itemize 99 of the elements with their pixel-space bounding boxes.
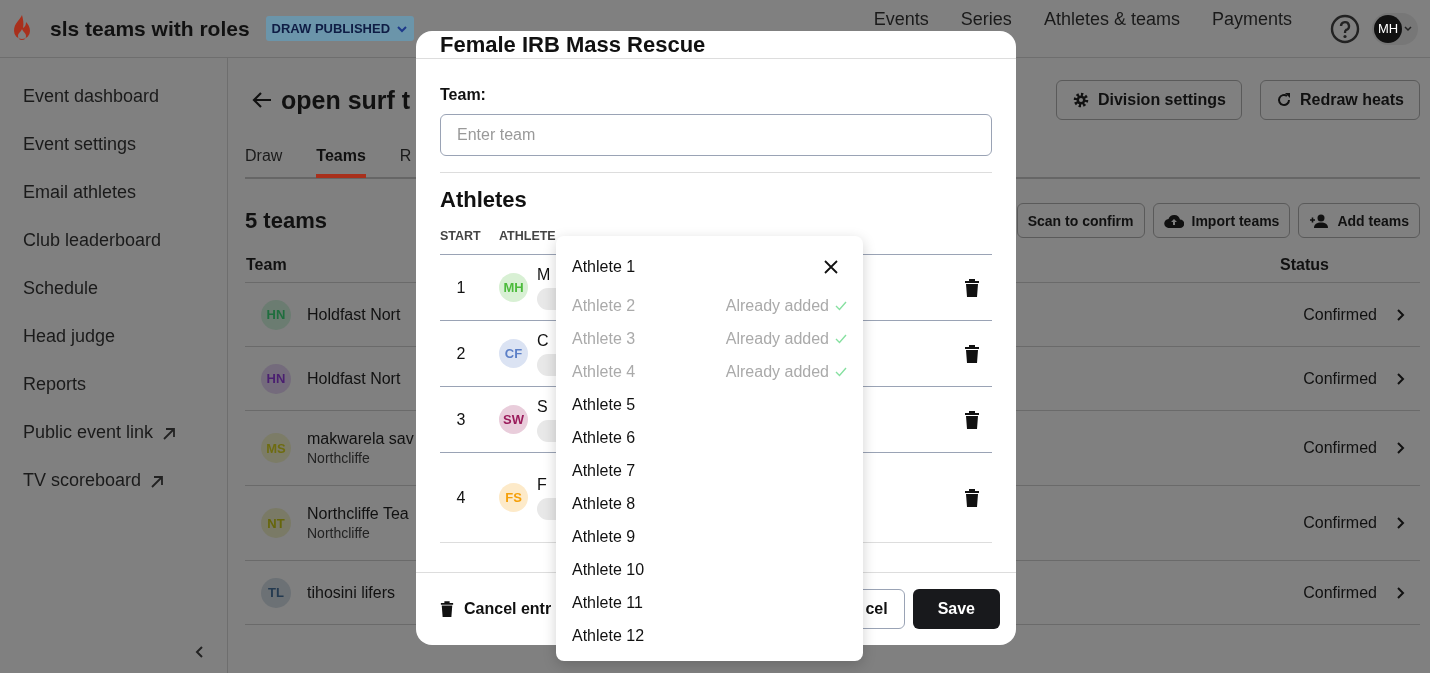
cloud-upload-icon — [1163, 213, 1184, 228]
start-number: 2 — [455, 344, 467, 363]
team-avatar: HN — [261, 299, 291, 330]
add-person-icon — [1309, 213, 1330, 228]
page-title: open surf t — [281, 85, 411, 115]
chevron-right-icon[interactable] — [1395, 441, 1405, 455]
start-number: 3 — [455, 410, 467, 429]
check-icon — [835, 333, 847, 344]
action-button[interactable]: Redraw heats — [1259, 80, 1420, 120]
sidebar-item[interactable]: Email athletes — [23, 182, 227, 230]
trash-icon[interactable] — [964, 409, 980, 430]
help-icon[interactable] — [1330, 13, 1360, 44]
chevron-right-icon[interactable] — [1395, 307, 1405, 322]
tab[interactable]: Teams — [316, 139, 366, 178]
start-number: 1 — [455, 278, 467, 297]
sidebar-item[interactable]: Public event link — [23, 422, 227, 470]
athlete-avatar: CF — [499, 339, 528, 368]
section-heading: Athletes — [440, 187, 528, 213]
field-label: Team: — [440, 86, 487, 104]
athlete-name: S — [537, 397, 549, 416]
team-name: Holdfast Nort — [307, 305, 401, 324]
dropdown-option[interactable]: Athlete 12 — [572, 619, 847, 652]
team-name: makwarela sav — [307, 430, 414, 448]
athlete-avatar: MH — [499, 273, 528, 302]
team-name: Northcliffe Tea — [307, 505, 409, 523]
user-menu[interactable]: MH — [1372, 12, 1418, 45]
column-header: ATHLETE — [499, 229, 556, 245]
athlete-name: F — [537, 475, 548, 494]
sidebar-item[interactable]: TV scoreboard — [23, 470, 227, 518]
back-arrow-icon[interactable] — [252, 91, 272, 109]
sidebar-item[interactable]: Schedule — [23, 278, 227, 326]
status-text: Confirmed — [1303, 514, 1377, 532]
dropdown-option[interactable]: Athlete 8 — [572, 487, 847, 520]
status-dropdown[interactable]: DRAW PUBLISHED — [265, 16, 415, 41]
sidebar-item[interactable]: Club leaderboard — [23, 230, 227, 278]
dialog-title: Female IRB Mass Rescue — [440, 31, 707, 58]
nav-link[interactable]: Athletes & teams — [1043, 9, 1180, 30]
column-header: START — [440, 229, 482, 245]
chevron-right-icon[interactable] — [1395, 516, 1405, 530]
team-avatar: HN — [261, 363, 291, 394]
action-button[interactable]: Add teams — [1298, 203, 1420, 238]
action-button[interactable]: Import teams — [1152, 203, 1291, 238]
redo-icon — [1275, 92, 1292, 108]
gear-icon — [1071, 91, 1090, 109]
trash-icon[interactable] — [964, 343, 980, 364]
team-avatar: TL — [261, 577, 291, 608]
close-icon[interactable] — [824, 260, 838, 274]
external-link-icon — [161, 426, 178, 442]
cancel-entry-button[interactable]: Cancel entr — [440, 600, 552, 618]
start-number: 4 — [455, 488, 467, 507]
chevron-right-icon[interactable] — [1395, 585, 1405, 600]
dropdown-option[interactable]: Athlete 10 — [572, 553, 847, 586]
club-name: Northcliffe — [307, 525, 371, 541]
nav-link[interactable]: Series — [960, 9, 1012, 30]
sidebar-item[interactable]: Event settings — [23, 134, 227, 182]
club-name: Northcliffe — [307, 450, 371, 466]
selected-option[interactable]: Athlete 1 — [572, 258, 636, 276]
team-count: 5 teams — [245, 207, 327, 234]
status-text: Confirmed — [1303, 369, 1377, 388]
chevron-right-icon[interactable] — [1395, 371, 1405, 386]
action-button[interactable]: Division settings — [1055, 80, 1242, 120]
check-icon — [835, 366, 847, 377]
trash-icon[interactable] — [964, 277, 980, 298]
nav-link[interactable]: Payments — [1211, 9, 1292, 30]
trash-icon[interactable] — [964, 487, 980, 508]
team-name: tihosini lifers — [307, 583, 396, 602]
tab[interactable]: Draw — [245, 139, 283, 174]
external-link-icon — [149, 474, 166, 490]
team-name: Holdfast Nort — [307, 369, 401, 388]
sidebar-item[interactable]: Event dashboard — [23, 86, 227, 134]
status-text: Confirmed — [1303, 583, 1377, 602]
tab[interactable]: R — [399, 139, 412, 174]
athlete-avatar: SW — [499, 405, 528, 434]
app-title: sls teams with roles — [50, 16, 250, 41]
dropdown-option[interactable]: Athlete 7 — [572, 454, 847, 487]
check-icon — [835, 300, 847, 311]
team-avatar: MS — [261, 433, 291, 463]
status-text: Confirmed — [1303, 305, 1377, 324]
column-header: Team — [245, 255, 287, 274]
sidebar-item[interactable]: Head judge — [23, 326, 227, 374]
chevron-down-icon — [396, 24, 409, 33]
team-avatar: NT — [261, 508, 291, 538]
athlete-name: M — [537, 265, 552, 284]
status-text: Confirmed — [1303, 439, 1377, 457]
collapse-icon[interactable] — [194, 645, 204, 659]
dropdown-option[interactable]: Athlete 11 — [572, 586, 847, 619]
athlete-name: C — [537, 331, 550, 350]
team-input[interactable]: Enter team — [440, 114, 992, 156]
save-button[interactable]: Save — [912, 589, 1000, 629]
nav-link[interactable]: Events — [873, 9, 929, 30]
sidebar-item[interactable]: Reports — [23, 374, 227, 422]
dropdown-option[interactable]: Athlete 5 — [572, 388, 847, 421]
trash-icon — [440, 600, 454, 618]
dropdown-option[interactable]: Athlete 9 — [572, 520, 847, 553]
dropdown-option[interactable]: Athlete 6 — [572, 421, 847, 454]
action-button[interactable]: Scan to confirm — [1016, 203, 1145, 238]
athlete-avatar: FS — [499, 483, 528, 512]
column-header: Status — [1279, 255, 1330, 274]
chevron-down-icon — [1404, 25, 1412, 32]
